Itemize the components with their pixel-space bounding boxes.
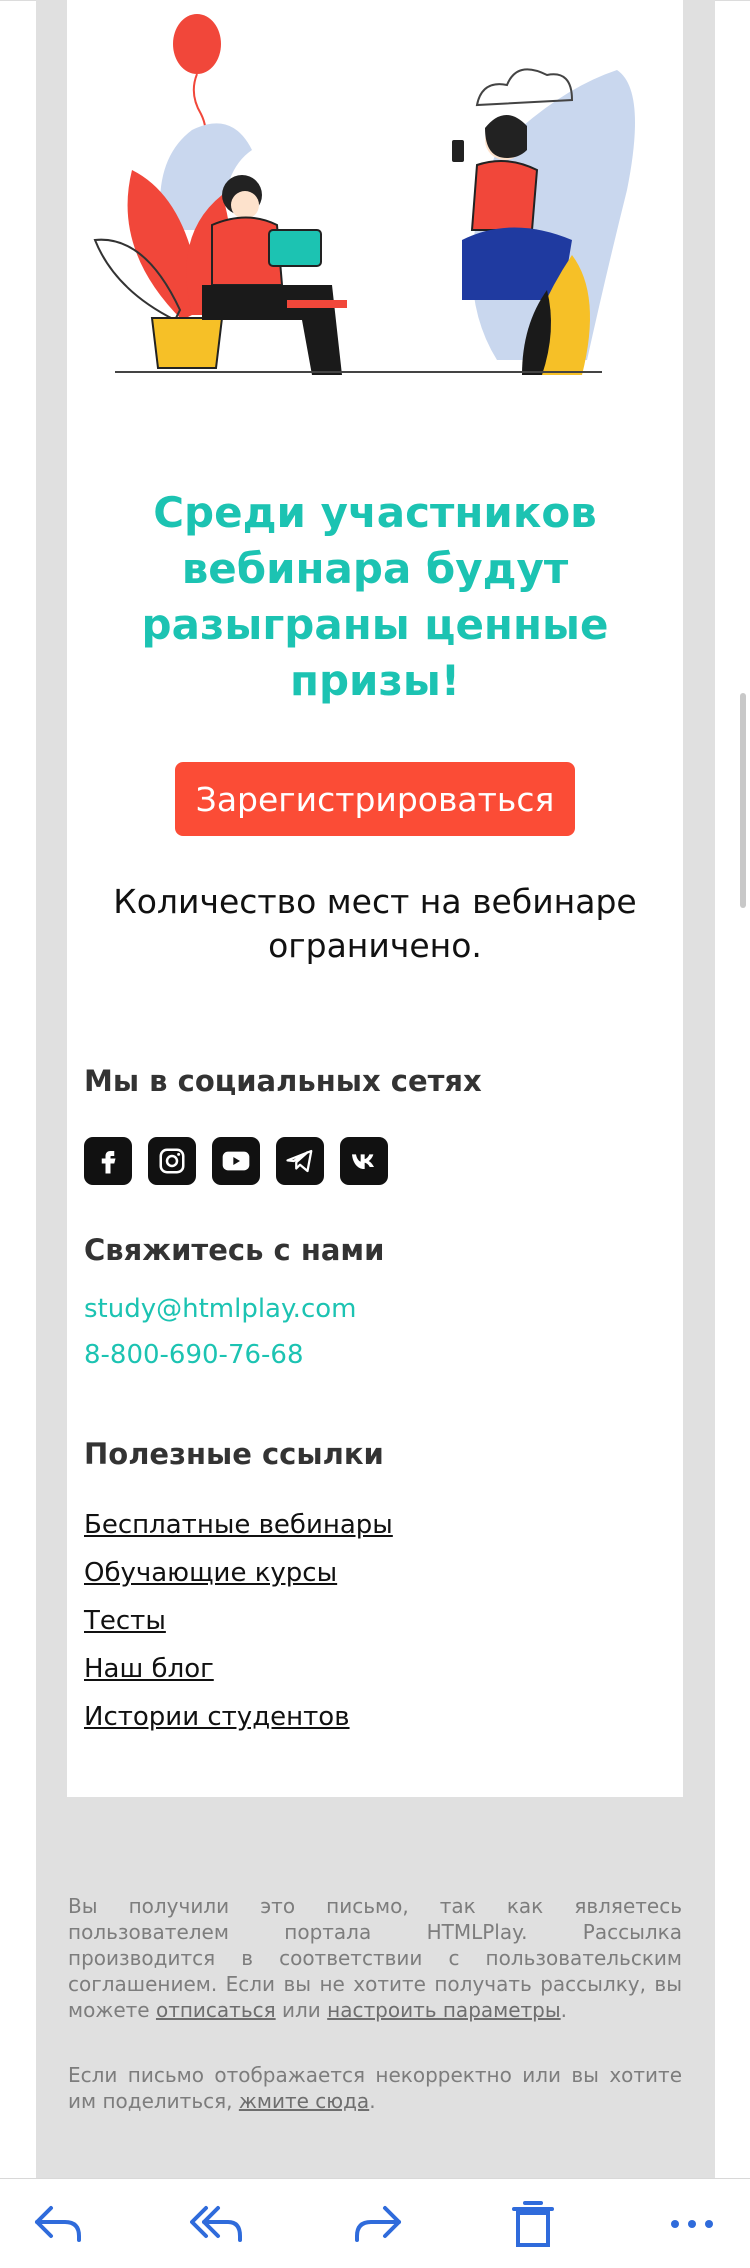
unsubscribe-link[interactable]: отписаться (156, 1998, 276, 2022)
footer-web-version-text: . (369, 2089, 376, 2113)
facebook-icon[interactable] (84, 1137, 132, 1185)
footer-notice-text: или (275, 1998, 328, 2022)
footer-web-version: Если письмо отображается некорректно или… (68, 2062, 682, 2114)
reply-all-icon[interactable] (187, 2197, 247, 2251)
reply-icon[interactable] (28, 2197, 88, 2251)
limited-line: Количество мест на вебинаре (113, 882, 637, 921)
useful-link-blog[interactable]: Наш блог (84, 1654, 214, 1684)
mail-toolbar (0, 2178, 750, 2268)
social-section-title: Мы в социальных сетях (84, 1064, 482, 1098)
email-card: Среди участников вебинара будут разыгран… (67, 0, 683, 1797)
register-button[interactable]: Зарегистрироваться (175, 762, 575, 836)
footer-notice: Вы получили это письмо, так как являетес… (68, 1893, 682, 2023)
headline-line: Среди участников (153, 488, 597, 537)
delete-icon[interactable] (503, 2197, 563, 2251)
vk-icon[interactable] (340, 1137, 388, 1185)
useful-links-title: Полезные ссылки (84, 1437, 384, 1471)
promo-headline: Среди участников вебинара будут разыгран… (67, 485, 683, 709)
footer-notice-text: . (560, 1998, 568, 2022)
settings-link[interactable]: настроить параметры (327, 1998, 561, 2022)
forward-icon[interactable] (348, 2197, 408, 2251)
headline-line: призы! (289, 656, 461, 705)
useful-link-webinars[interactable]: Бесплатные вебинары (84, 1510, 393, 1540)
social-icons-row (84, 1137, 388, 1185)
youtube-icon[interactable] (212, 1137, 260, 1185)
headline-line: разыграны ценные (141, 600, 609, 649)
useful-link-courses[interactable]: Обучающие курсы (84, 1558, 337, 1588)
webinar-illustration (93, 14, 635, 375)
telegram-icon[interactable] (276, 1137, 324, 1185)
instagram-icon[interactable] (148, 1137, 196, 1185)
limited-line: ограничено. (268, 926, 482, 965)
limited-seats-text: Количество мест на вебинаре ограничено. (67, 880, 683, 968)
useful-link-tests[interactable]: Тесты (84, 1606, 166, 1636)
more-icon[interactable] (662, 2197, 722, 2251)
headline-line: вебинара будут (181, 544, 569, 593)
contact-phone-link[interactable]: 8-800-690-76-68 (84, 1340, 304, 1370)
contact-section-title: Свяжитесь с нами (84, 1233, 385, 1267)
scrollbar[interactable] (740, 693, 746, 908)
useful-link-stories[interactable]: Истории студентов (84, 1702, 350, 1732)
web-version-link[interactable]: жмите сюда (239, 2089, 369, 2113)
contact-email-link[interactable]: study@htmlplay.com (84, 1294, 356, 1324)
